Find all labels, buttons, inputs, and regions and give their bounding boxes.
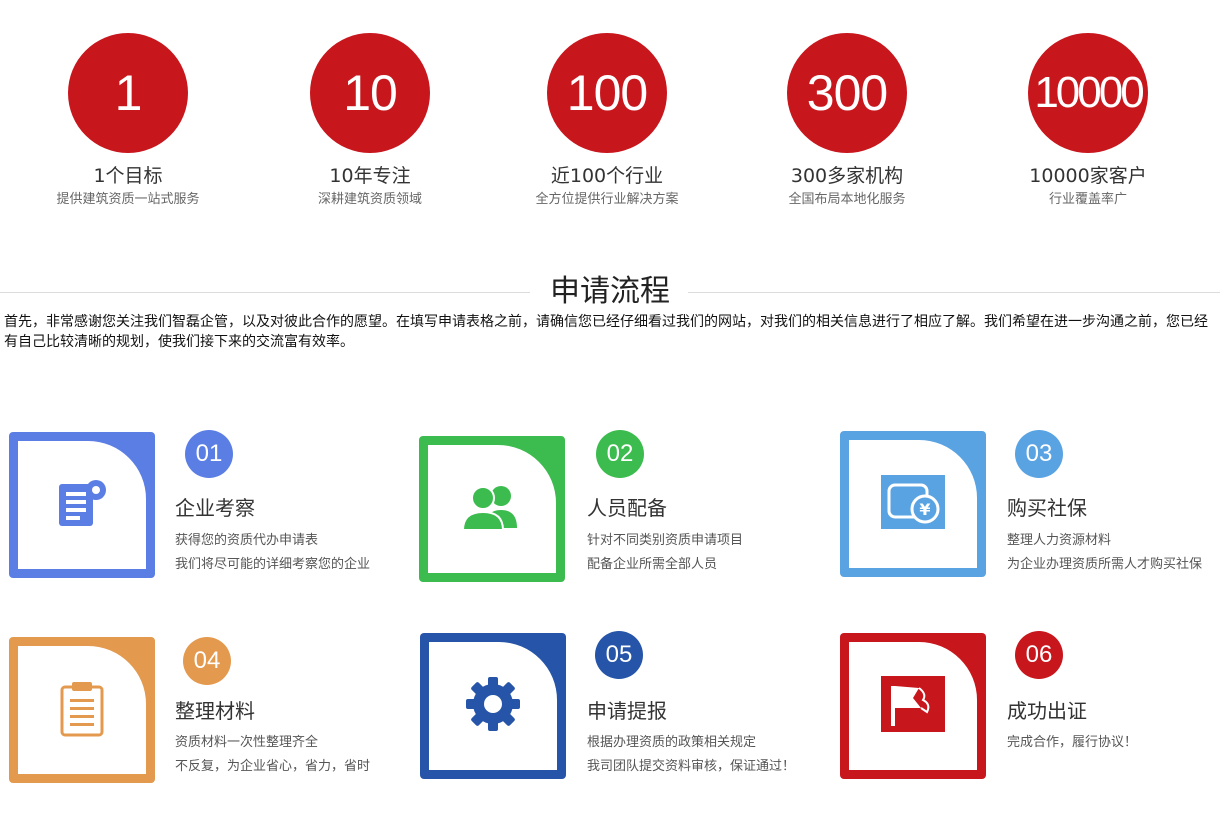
step-number-badge: 06 [1015, 631, 1063, 679]
stat-subtitle: 全方位提供行业解决方案 [535, 192, 679, 207]
step-number-badge: 04 [183, 637, 231, 685]
stat-subtitle: 深耕建筑资质领域 [317, 192, 422, 207]
step-title: 申请提报 [587, 699, 667, 723]
stat-subtitle: 全国布局本地化服务 [788, 192, 906, 207]
step-card[interactable]: ¥ [840, 431, 986, 577]
step-title: 整理材料 [175, 699, 255, 723]
step-description: 获得您的资质代办申请表 [175, 533, 319, 548]
step-description: 不反复，为企业省心，省力，省时 [175, 759, 371, 774]
step-description: 根据办理资质的政策相关规定 [587, 735, 757, 750]
stat-item: 100 近100个行业 全方位提供行业解决方案 [507, 33, 707, 209]
step-card[interactable] [419, 436, 565, 582]
step-title: 人员配备 [587, 496, 667, 520]
stat-subtitle: 提供建筑资质一站式服务 [56, 192, 200, 207]
step-description: 完成合作，履行协议！ [1007, 735, 1138, 750]
stat-number-circle: 10 [310, 33, 430, 153]
section-title: 申请流程 [550, 274, 670, 309]
step-number-badge: 05 [595, 631, 643, 679]
step-description: 我们将尽可能的详细考察您的企业 [175, 557, 371, 572]
step-description: 配备企业所需全部人员 [587, 557, 718, 572]
step-number-badge: 01 [185, 430, 233, 478]
yuan-card-icon: ¥ [879, 473, 947, 535]
stat-title: 1个目标 [93, 165, 163, 187]
stat-number-circle: 300 [787, 33, 907, 153]
stat-subtitle: 行业覆盖率广 [1048, 192, 1127, 207]
stat-item: 10 10年专注 深耕建筑资质领域 [270, 33, 470, 209]
stat-number-circle: 10000 [1028, 33, 1148, 153]
step-title: 企业考察 [175, 496, 255, 520]
stat-item: 10000 10000家客户 行业覆盖率广 [988, 33, 1188, 209]
step-card[interactable] [420, 633, 566, 779]
stat-title: 300多家机构 [790, 165, 904, 187]
step-number-badge: 02 [596, 430, 644, 478]
step-description: 针对不同类别资质申请项目 [587, 533, 744, 548]
document-icon [55, 476, 109, 534]
step-card[interactable] [840, 633, 986, 779]
svg-text:¥: ¥ [919, 500, 930, 519]
step-title: 购买社保 [1007, 496, 1087, 520]
step-number-badge: 03 [1015, 430, 1063, 478]
stat-item: 1 1个目标 提供建筑资质一站式服务 [28, 33, 228, 209]
step-description: 资质材料一次性整理齐全 [175, 735, 319, 750]
clipboard-icon [58, 679, 106, 741]
users-icon [459, 482, 525, 536]
step-card[interactable] [9, 637, 155, 783]
step-description: 我司团队提交资料审核，保证通过！ [587, 759, 796, 774]
stat-number-circle: 1 [68, 33, 188, 153]
step-description: 整理人力资源材料 [1007, 533, 1112, 548]
step-description: 为企业办理资质所需人才购买社保 [1007, 557, 1203, 572]
step-card[interactable] [9, 432, 155, 578]
stat-title: 近100个行业 [550, 165, 664, 187]
stat-item: 300 300多家机构 全国布局本地化服务 [747, 33, 947, 209]
flag-icon [879, 674, 947, 738]
intro-paragraph: 首先，非常感谢您关注我们智磊企管，以及对彼此合作的愿望。在填写申请表格之前，请确… [4, 314, 1208, 350]
step-title: 成功出证 [1007, 699, 1087, 723]
gear-icon [464, 675, 522, 737]
stat-title: 10000家客户 [1029, 165, 1147, 187]
stat-title: 10年专注 [329, 165, 411, 187]
stat-number-circle: 100 [547, 33, 667, 153]
